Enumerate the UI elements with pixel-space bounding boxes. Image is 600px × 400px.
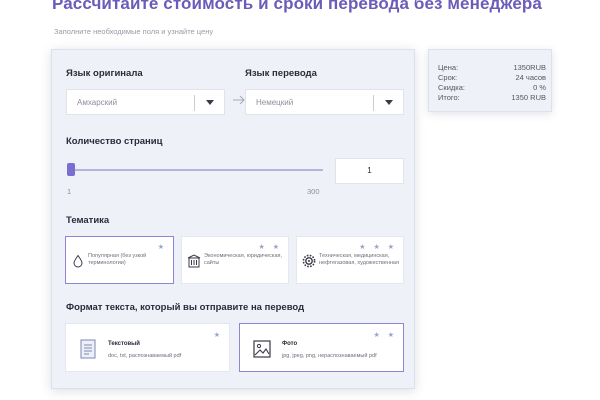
- format-option-photo[interactable]: Фото jpg, jpeg, png, нераспознаваемый pd…: [239, 323, 404, 372]
- image-icon: [253, 340, 271, 358]
- summary-total-value: 1350 RUB: [511, 93, 546, 102]
- theme-option-text: Популярная (без узкой терминологии): [88, 253, 147, 266]
- page-count-slider-track[interactable]: [67, 169, 323, 171]
- format-option-title: Текстовый: [108, 341, 140, 347]
- source-language-value: Амхарский: [77, 98, 118, 107]
- building-icon: [187, 254, 201, 268]
- page-count-slider-handle[interactable]: [67, 163, 75, 176]
- summary-term-label: Срок:: [438, 73, 458, 82]
- theme-option-text: Техническая, медицинская, нефтегазовая, …: [319, 253, 399, 266]
- page-count-input[interactable]: 1: [335, 158, 404, 184]
- summary-discount-row: Скидка: 0 %: [438, 83, 546, 92]
- format-option-description: doc, txt, распознаваемый pdf: [108, 353, 182, 359]
- theme-option-popular[interactable]: Популярная (без узкой терминологии) ★: [65, 236, 174, 284]
- chevron-down-icon[interactable]: [385, 100, 393, 105]
- star-rating: ★: [213, 332, 223, 339]
- price-summary: Цена: 1350RUB Срок: 24 часов Скидка: 0 %…: [428, 49, 552, 112]
- target-language-label: Язык перевода: [245, 68, 317, 79]
- target-language-value: Немецкий: [256, 98, 294, 107]
- format-option-description: jpg, jpeg, png, нераспознаваемый pdf: [282, 353, 377, 359]
- chevron-down-icon[interactable]: [206, 100, 214, 105]
- theme-option-technical[interactable]: Техническая, медицинская, нефтегазовая, …: [296, 236, 404, 284]
- star-rating: ★ ★ ★: [359, 244, 397, 251]
- star-rating: ★ ★: [258, 244, 282, 251]
- select-divider: [194, 95, 195, 111]
- source-language-select[interactable]: Амхарский: [66, 89, 225, 115]
- calculator-form: Язык оригинала Язык перевода Амхарский Н…: [51, 49, 415, 389]
- summary-price-row: Цена: 1350RUB: [438, 63, 546, 72]
- theme-label: Тематика: [66, 215, 110, 226]
- theme-option-economic[interactable]: Экономическая, юридическая, сайты ★ ★: [181, 236, 289, 284]
- slider-max-label: 300: [307, 187, 320, 196]
- summary-term-row: Срок: 24 часов: [438, 73, 546, 82]
- page-subtitle: Заполните необходимые поля и узнайте цен…: [54, 27, 214, 36]
- summary-total-label: Итого:: [438, 93, 460, 102]
- summary-term-value: 24 часов: [515, 73, 547, 82]
- theme-option-text: Экономическая, юридическая, сайты: [204, 253, 283, 266]
- page-count-label: Количество страниц: [66, 136, 163, 147]
- document-icon: [80, 339, 96, 359]
- summary-discount-label: Скидка:: [438, 83, 465, 92]
- water-drop-icon: [73, 254, 83, 268]
- target-language-select[interactable]: Немецкий: [245, 89, 404, 115]
- source-language-label: Язык оригинала: [66, 68, 143, 79]
- star-rating: ★ ★: [373, 332, 397, 339]
- summary-price-label: Цена:: [438, 63, 459, 72]
- select-divider: [373, 95, 374, 111]
- format-option-text[interactable]: Текстовый doc, txt, распознаваемый pdf ★: [65, 323, 230, 372]
- summary-total-row: Итого: 1350 RUB: [438, 93, 546, 102]
- format-option-title: Фото: [282, 341, 298, 347]
- summary-price-value: 1350RUB: [513, 63, 546, 72]
- star-rating: ★: [157, 244, 167, 251]
- slider-min-label: 1: [67, 187, 72, 196]
- gear-icon: [302, 254, 316, 268]
- summary-discount-value: 0 %: [533, 83, 546, 92]
- text-format-label: Формат текста, который вы отправите на п…: [66, 302, 305, 313]
- arrow-right-icon: [233, 95, 245, 105]
- page-title: Рассчитайте стоимость и сроки перевода б…: [52, 0, 542, 13]
